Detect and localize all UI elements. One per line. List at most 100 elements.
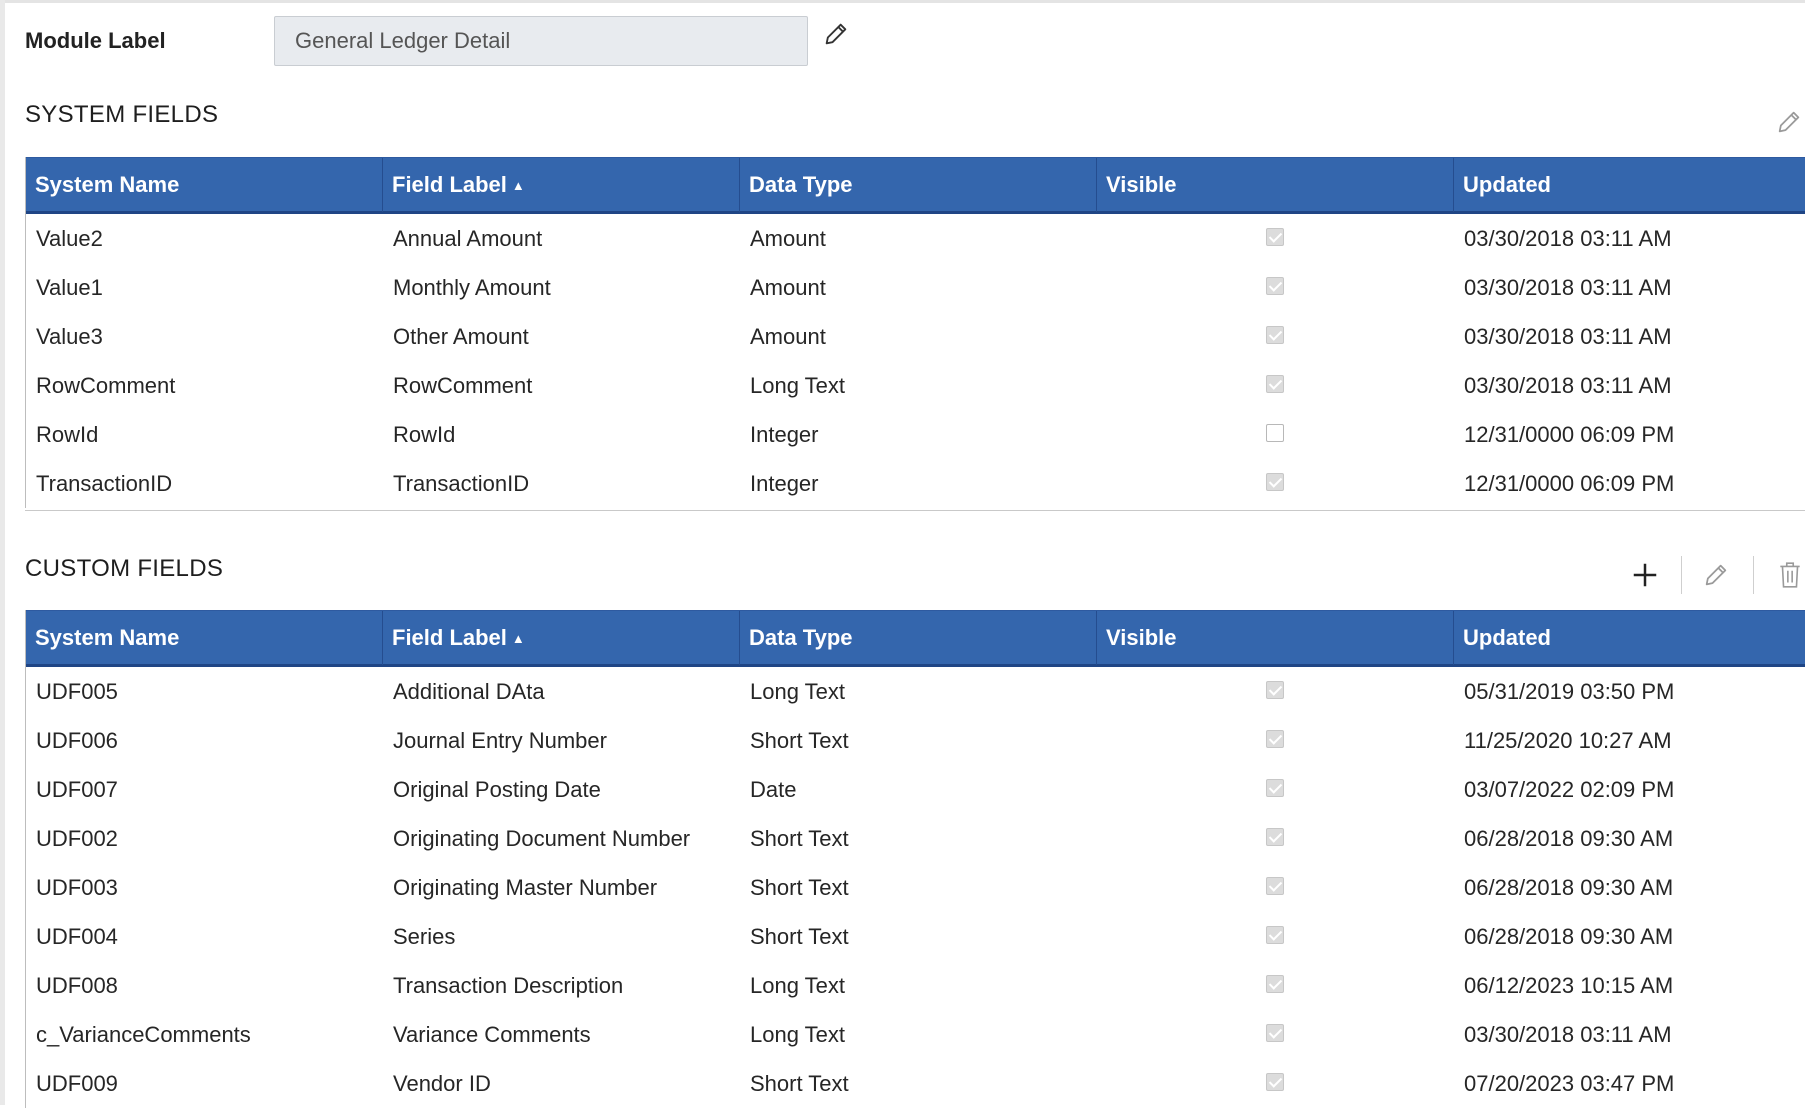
updated-cell: 12/31/0000 06:09 PM (1464, 422, 1675, 447)
field-label-cell: Originating Document Number (393, 826, 691, 851)
data-type-cell: Long Text (750, 973, 846, 998)
system-fields-rows: Value2 Annual Amount Amount 03/30/2018 03:1… (26, 214, 1805, 508)
visible-checkbox[interactable] (1266, 926, 1284, 944)
updated-cell: 03/30/2018 03:11 AM (1464, 275, 1672, 300)
table-row[interactable]: UDF004 Series Short Text 06/28/2018 09:30 A… (26, 912, 1805, 961)
column-header-label: System Name (35, 625, 180, 650)
table-row[interactable]: UDF007 Original Posting Date Date 03/07/202… (26, 765, 1805, 814)
system-name-cell: UDF002 (36, 826, 118, 851)
field-label-cell: RowComment (393, 373, 533, 398)
column-header-visible[interactable]: Visible (1097, 611, 1454, 665)
column-header-label: Data Type (749, 625, 853, 650)
data-type-cell: Long Text (750, 679, 846, 704)
data-type-cell: Integer (750, 471, 819, 496)
left-border (0, 0, 5, 1105)
visible-cell (1097, 765, 1454, 814)
visible-checkbox[interactable] (1266, 779, 1284, 797)
table-row[interactable]: UDF002 Originating Document Number Short T… (26, 814, 1805, 863)
table-row[interactable]: UDF009 Vendor ID Short Text 07/20/2023 03:4… (26, 1059, 1805, 1108)
sort-ascending-icon: ▲ (511, 178, 525, 193)
table-row[interactable]: Value1 Monthly Amount Amount 03/30/2018 03:… (26, 263, 1805, 312)
visible-cell (1097, 961, 1454, 1010)
column-header-label: Visible (1106, 625, 1177, 650)
module-edit-pencil-icon[interactable] (822, 20, 850, 48)
system-name-cell: UDF007 (36, 777, 118, 802)
system-grid-bottom-border (25, 510, 1805, 511)
delete-trash-icon[interactable] (1777, 561, 1803, 589)
custom-fields-grid: System Name Field Label ▲ Data Type Visib… (25, 610, 1805, 1108)
sort-ascending-icon: ▲ (511, 631, 525, 646)
visible-checkbox[interactable] (1266, 473, 1284, 491)
column-header-data-type[interactable]: Data Type (740, 611, 1097, 665)
updated-cell: 06/12/2023 10:15 AM (1464, 973, 1674, 998)
updated-cell: 07/20/2023 03:47 PM (1464, 1071, 1675, 1096)
column-header-label: Field Label (392, 172, 507, 197)
visible-checkbox[interactable] (1266, 228, 1284, 246)
custom-fields-edit-pencil-icon[interactable] (1702, 561, 1730, 589)
data-type-cell: Integer (750, 422, 819, 447)
visible-cell (1097, 912, 1454, 961)
table-row[interactable]: Value2 Annual Amount Amount 03/30/2018 03:1… (26, 214, 1805, 263)
updated-cell: 03/30/2018 03:11 AM (1464, 1022, 1672, 1047)
table-row[interactable]: TransactionID TransactionID Integer 12/31/0… (26, 459, 1805, 508)
visible-checkbox[interactable] (1266, 1024, 1284, 1042)
visible-checkbox[interactable] (1266, 681, 1284, 699)
table-row[interactable]: UDF008 Transaction Description Long Text 06… (26, 961, 1805, 1010)
grid-header: System Name Field Label ▲ Data Type Visib… (26, 157, 1805, 214)
custom-fields-title: CUSTOM FIELDS (25, 555, 224, 582)
field-label-cell: Variance Comments (393, 1022, 591, 1047)
table-row[interactable]: UDF006 Journal Entry Number Short Text 11/2… (26, 716, 1805, 765)
add-plus-icon[interactable] (1630, 560, 1660, 590)
field-label-cell: Transaction Description (393, 973, 624, 998)
column-header-field-label[interactable]: Field Label ▲ (383, 158, 740, 212)
column-header-system-name[interactable]: System Name (26, 158, 383, 212)
visible-checkbox[interactable] (1266, 1073, 1284, 1091)
system-name-cell: UDF004 (36, 924, 118, 949)
column-header-data-type[interactable]: Data Type (740, 158, 1097, 212)
visible-checkbox[interactable] (1266, 828, 1284, 846)
top-border (0, 0, 1805, 3)
visible-cell (1097, 1059, 1454, 1108)
data-type-cell: Short Text (750, 1071, 849, 1096)
column-header-updated[interactable]: Updated (1454, 611, 1805, 665)
column-header-updated[interactable]: Updated (1454, 158, 1805, 212)
visible-checkbox[interactable] (1266, 975, 1284, 993)
column-header-field-label[interactable]: Field Label ▲ (383, 611, 740, 665)
column-header-visible[interactable]: Visible (1097, 158, 1454, 212)
table-row[interactable]: UDF003 Originating Master Number Short Tex… (26, 863, 1805, 912)
visible-cell (1097, 312, 1454, 361)
system-fields-edit-pencil-icon[interactable] (1775, 108, 1803, 136)
visible-cell (1097, 716, 1454, 765)
data-type-cell: Amount (750, 275, 826, 300)
field-label-cell: Monthly Amount (393, 275, 551, 300)
system-name-cell: RowComment (36, 373, 176, 398)
updated-cell: 11/25/2020 10:27 AM (1464, 728, 1672, 753)
module-label-field[interactable]: General Ledger Detail (274, 16, 808, 66)
updated-cell: 06/28/2018 09:30 AM (1464, 875, 1674, 900)
table-row[interactable]: c_VarianceComments Variance Comments Long … (26, 1010, 1805, 1059)
visible-cell (1097, 459, 1454, 508)
visible-checkbox[interactable] (1266, 877, 1284, 895)
system-fields-title: SYSTEM FIELDS (25, 101, 219, 128)
field-label-cell: Series (393, 924, 456, 949)
visible-checkbox[interactable] (1266, 730, 1284, 748)
data-type-cell: Short Text (750, 875, 849, 900)
system-name-cell: Value1 (36, 275, 103, 300)
table-row[interactable]: RowId RowId Integer 12/31/0000 06:09 PM (26, 410, 1805, 459)
visible-cell (1097, 263, 1454, 312)
column-header-system-name[interactable]: System Name (26, 611, 383, 665)
visible-checkbox[interactable] (1266, 424, 1284, 442)
updated-cell: 03/30/2018 03:11 AM (1464, 373, 1672, 398)
data-type-cell: Long Text (750, 373, 846, 398)
visible-checkbox[interactable] (1266, 277, 1284, 295)
visible-checkbox[interactable] (1266, 326, 1284, 344)
visible-checkbox[interactable] (1266, 375, 1284, 393)
table-row[interactable]: UDF005 Additional DAta Long Text 05/31/2019… (26, 667, 1805, 716)
visible-cell (1097, 863, 1454, 912)
visible-cell (1097, 814, 1454, 863)
system-name-cell: Value2 (36, 226, 103, 251)
visible-cell (1097, 667, 1454, 716)
table-row[interactable]: RowComment RowComment Long Text 03/30/2018 … (26, 361, 1805, 410)
data-type-cell: Short Text (750, 826, 849, 851)
table-row[interactable]: Value3 Other Amount Amount 03/30/2018 03:11… (26, 312, 1805, 361)
